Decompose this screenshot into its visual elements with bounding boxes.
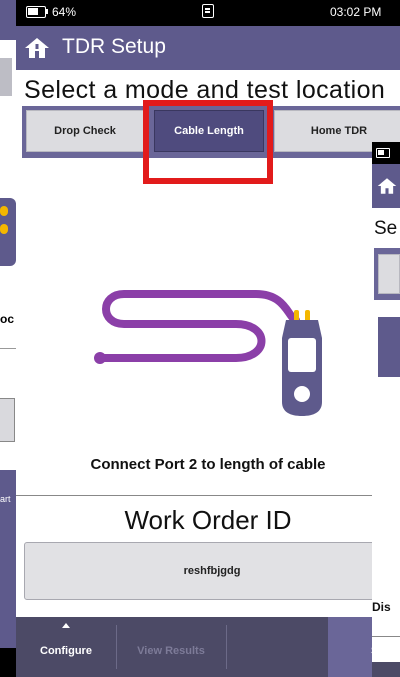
background-left-divider <box>0 348 16 349</box>
notification-icon <box>202 4 214 18</box>
background-right-status-bar <box>372 142 400 164</box>
battery-level <box>28 8 38 15</box>
cable-icon <box>94 290 300 364</box>
bottom-bar-separator <box>226 625 227 669</box>
app-bar: TDR Setup <box>16 26 400 70</box>
battery-icon <box>376 148 390 158</box>
tab-drop-check[interactable]: Drop Check <box>26 110 144 152</box>
battery-tip <box>46 9 48 14</box>
background-left-appbar <box>0 0 16 40</box>
connection-instruction: Connect Port 2 to length of cable <box>90 456 326 473</box>
background-left-field <box>0 398 15 442</box>
page-title: TDR Setup <box>62 35 166 58</box>
background-left-start-text: art <box>0 494 11 504</box>
status-bar: 64% 03:02 PM <box>16 0 400 26</box>
home-icon[interactable] <box>24 35 50 61</box>
section-divider <box>16 495 400 496</box>
configure-label: Configure <box>40 645 92 657</box>
background-right-device-icon <box>378 317 400 377</box>
background-right-tab <box>378 254 400 294</box>
background-left-text: oc <box>0 312 15 326</box>
background-right-prompt: Se <box>374 218 398 239</box>
background-screen-right: Se Dis <box>372 142 400 677</box>
background-left-tab <box>0 58 12 96</box>
background-left-connector-icon <box>0 206 8 216</box>
selection-highlight-box <box>143 100 273 184</box>
caret-up-icon <box>62 623 70 628</box>
view-results-label: View Results <box>137 645 205 657</box>
battery-percentage: 64% <box>52 5 77 19</box>
clock: 03:02 PM <box>330 5 382 19</box>
background-left-connector-icon <box>0 224 8 234</box>
view-results-button[interactable]: View Results <box>116 617 226 677</box>
background-right-bottombar <box>372 662 400 677</box>
work-order-label: Work Order ID <box>124 505 292 535</box>
cable-connection-illustration <box>94 290 322 416</box>
background-right-divider <box>372 636 400 637</box>
background-right-text: Dis <box>372 600 391 614</box>
tester-device-icon <box>282 310 322 416</box>
tdr-setup-screen: 64% 03:02 PM TDR Setup Select a mode and… <box>16 0 400 677</box>
work-order-input[interactable]: reshfbjgdg <box>24 542 400 600</box>
bottom-action-bar: Configure View Results Start <box>16 617 400 677</box>
battery-icon <box>26 6 46 18</box>
configure-button[interactable]: Configure <box>16 617 116 677</box>
home-icon <box>377 178 397 194</box>
